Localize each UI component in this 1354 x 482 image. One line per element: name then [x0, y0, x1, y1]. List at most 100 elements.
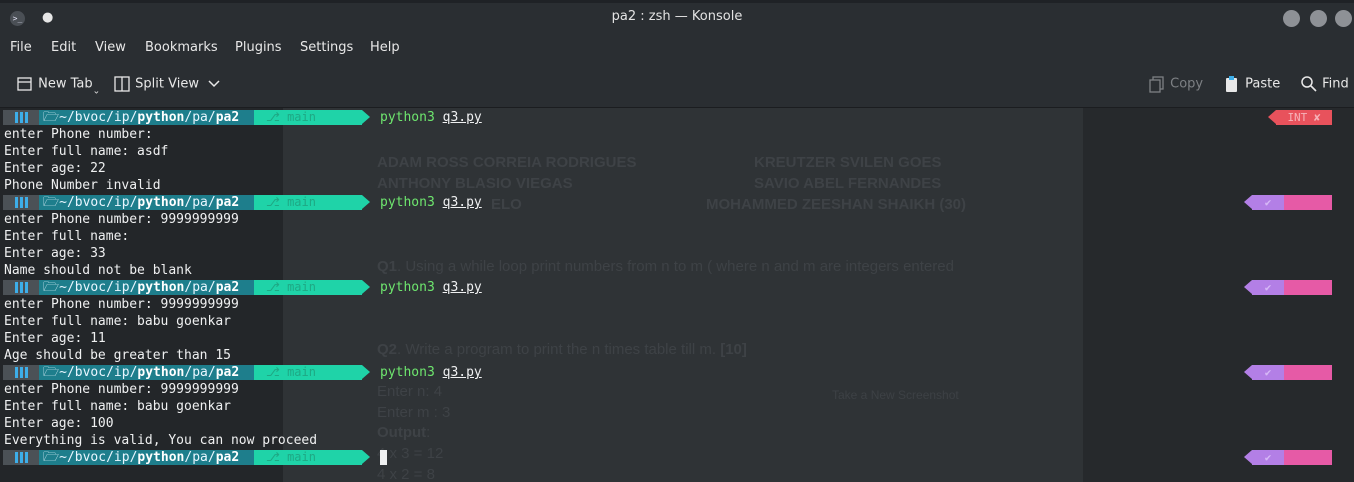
- maximize-button[interactable]: [1310, 10, 1327, 27]
- terminal-view[interactable]: ADAM ROSS CORREIA RODRIGUES ANTHONY BLAS…: [0, 108, 1354, 482]
- output-line: Enter age: 33: [4, 246, 106, 261]
- paste-icon: [1226, 76, 1237, 92]
- command-text: python3 q3.py: [380, 194, 482, 211]
- path-segment: 🗁~/bvoc/ip/python/pa/pa2: [39, 110, 254, 125]
- status-ok-badge: ✔: [1252, 280, 1284, 295]
- doc-q2: Q2. Write a program to print the n times…: [377, 341, 747, 358]
- path-bold-1: python: [137, 110, 185, 125]
- path-bold-2: pa2: [215, 450, 240, 465]
- git-branch: main: [287, 450, 316, 464]
- menu-bookmarks[interactable]: Bookmarks: [145, 40, 218, 55]
- output-line: enter Phone number: 9999999999: [4, 212, 239, 227]
- copy-label: Copy: [1170, 76, 1204, 92]
- doc-line-4x2: 4 x 2 = 8: [377, 466, 435, 482]
- command-text: python3 q3.py: [380, 364, 482, 381]
- doc-name-right-2: SAVIO ABEL FERNANDES: [754, 175, 942, 192]
- konsole-window: >_ ● pa2 : zsh — Konsole File Edit View …: [0, 0, 1354, 482]
- minimize-button[interactable]: [1283, 10, 1300, 27]
- status-ok-badge: ✔: [1252, 195, 1284, 210]
- paste-button[interactable]: Paste: [1223, 75, 1280, 93]
- duration-badge: [1284, 450, 1332, 465]
- split-view-button[interactable]: Split View: [113, 75, 221, 93]
- menu-help[interactable]: Help: [370, 40, 400, 55]
- new-tab-dropdown-icon[interactable]: ⌄: [93, 87, 101, 97]
- git-segment: ⎇ main: [254, 365, 362, 380]
- doc-q1-text: . Using a while loop print numbers from …: [397, 258, 954, 275]
- duration-badge: [1284, 365, 1332, 380]
- search-icon: [1301, 76, 1317, 92]
- git-icon: ⎇: [266, 195, 288, 209]
- new-tab-icon: [17, 77, 32, 91]
- output-line: Enter full name: asdf: [4, 144, 169, 159]
- doc-output-colon: :: [426, 424, 431, 441]
- path-prefix: ~/bvoc/ip/: [59, 110, 138, 125]
- output-line: Enter age: 22: [4, 161, 106, 176]
- git-arrow: [362, 450, 370, 464]
- output-line: Enter full name: babu goenkar: [4, 314, 231, 329]
- status-ok-badge: ✔: [1252, 450, 1284, 465]
- git-arrow: [362, 365, 370, 379]
- git-segment: ⎇ main: [254, 195, 362, 210]
- command-arg: q3.py: [442, 195, 482, 210]
- doc-name-left-2: ANTHONY BLASIO VIEGAS: [377, 175, 573, 192]
- doc-name-left-1: ADAM ROSS CORREIA RODRIGUES: [377, 154, 637, 171]
- prompt-line-current[interactable]: 🗁~/bvoc/ip/python/pa/pa2 ⎇ main ✔: [0, 449, 1354, 466]
- git-branch: main: [287, 280, 316, 294]
- output-line: Enter full name: babu goenkar: [4, 399, 231, 414]
- window-title: pa2 : zsh — Konsole: [611, 9, 743, 24]
- doc-name-right-1: KREUTZER SVILEN GOES: [754, 154, 942, 171]
- doc-output-label: Output: [377, 424, 427, 441]
- git-segment: ⎇ main: [254, 280, 362, 295]
- copy-button[interactable]: Copy: [1148, 75, 1203, 93]
- close-button[interactable]: [1335, 10, 1352, 27]
- duration-badge: [1284, 280, 1332, 295]
- os-segment: [3, 365, 39, 380]
- paste-label: Paste: [1245, 76, 1281, 92]
- title-bar-edge: [0, 0, 1354, 3]
- path-bold-1: python: [137, 365, 185, 380]
- git-segment: ⎇ main: [254, 450, 362, 465]
- command-text: python3 q3.py: [380, 109, 482, 126]
- git-arrow: [362, 280, 370, 294]
- menu-file[interactable]: File: [10, 40, 32, 55]
- output-line: Enter age: 100: [4, 416, 114, 431]
- doc-q2-label: Q2: [377, 341, 398, 358]
- path-segment: 🗁~/bvoc/ip/python/pa/pa2: [39, 195, 254, 210]
- new-tab-label: New Tab: [38, 76, 93, 92]
- command-name: python3: [380, 280, 435, 295]
- path-bold-2: pa2: [215, 195, 240, 210]
- menu-plugins[interactable]: Plugins: [235, 40, 282, 55]
- menu-settings[interactable]: Settings: [300, 40, 353, 55]
- path-bold-2: pa2: [215, 110, 240, 125]
- output-line: Age should be greater than 15: [4, 348, 231, 363]
- find-label: Find: [1322, 76, 1349, 92]
- prompt-line: 🗁~/bvoc/ip/python/pa/pa2 ⎇ main python3 …: [0, 279, 1354, 296]
- git-icon: ⎇: [266, 280, 288, 294]
- toolbar: New Tab⌄ Split View Copy Paste Find: [0, 62, 1354, 108]
- menu-edit[interactable]: Edit: [51, 40, 76, 55]
- find-button[interactable]: Find: [1300, 75, 1349, 93]
- git-branch: main: [287, 110, 316, 124]
- command-name: python3: [380, 195, 435, 210]
- status-int-badge: INT ✘: [1276, 110, 1332, 125]
- split-view-label: Split View: [135, 76, 199, 92]
- path-mid: /pa/: [184, 365, 216, 380]
- path-prefix: ~/bvoc/ip/: [59, 195, 138, 210]
- git-icon: ⎇: [266, 450, 288, 464]
- output-line: Enter age: 11: [4, 331, 106, 346]
- git-icon: ⎇: [266, 110, 288, 124]
- command-arg: q3.py: [442, 365, 482, 380]
- status-arrow: [1244, 450, 1252, 464]
- path-segment: 🗁~/bvoc/ip/python/pa/pa2: [39, 365, 254, 380]
- path-prefix: ~/bvoc/ip/: [59, 365, 138, 380]
- terminal-cursor[interactable]: [380, 450, 387, 465]
- status-arrow: [1244, 280, 1252, 294]
- path-bold-2: pa2: [215, 365, 240, 380]
- path-mid: /pa/: [184, 195, 216, 210]
- git-arrow: [362, 110, 370, 124]
- path-segment: 🗁~/bvoc/ip/python/pa/pa2: [39, 450, 254, 465]
- faint-hint-text: Take a New Screenshot: [832, 388, 959, 402]
- menu-view[interactable]: View: [95, 40, 126, 55]
- new-tab-button[interactable]: New Tab⌄: [16, 75, 100, 97]
- menu-bar: File Edit View Bookmarks Plugins Setting…: [0, 36, 1354, 62]
